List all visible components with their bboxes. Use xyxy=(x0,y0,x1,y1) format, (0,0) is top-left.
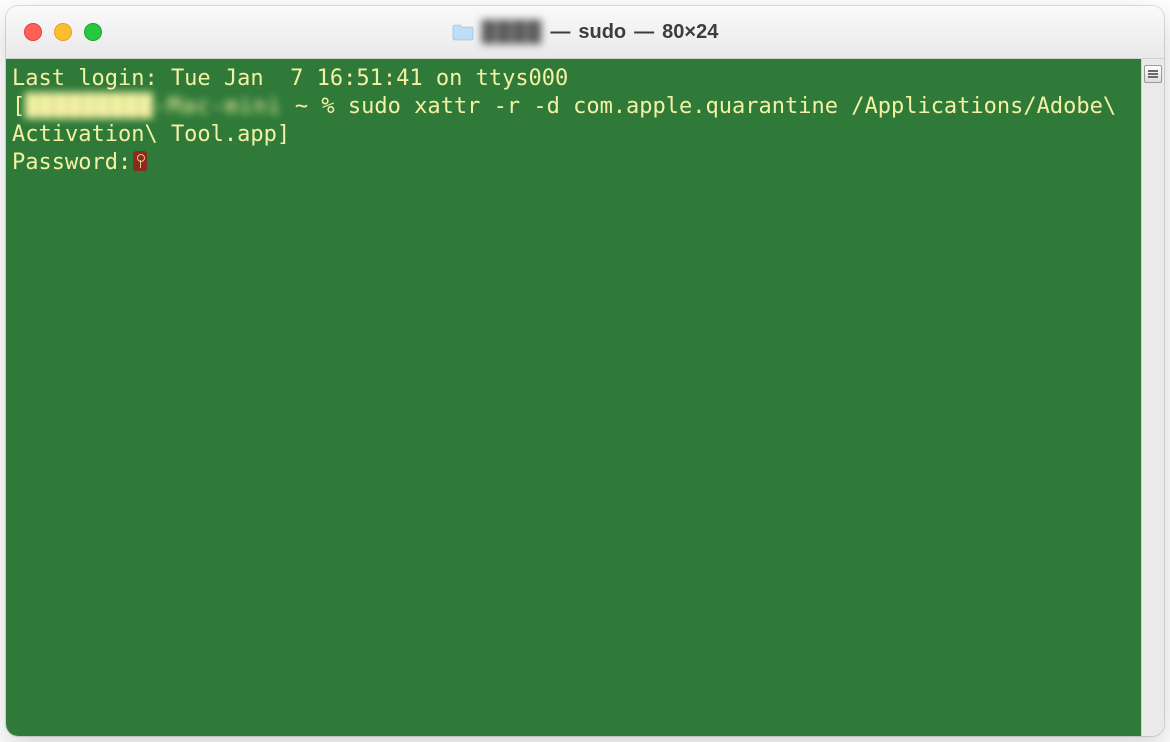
titlebar[interactable]: ████ — sudo — 80×24 xyxy=(6,6,1164,59)
close-button[interactable] xyxy=(24,23,42,41)
content-row: Last login: Tue Jan 7 16:51:41 on ttys00… xyxy=(6,59,1164,736)
password-label: Password: xyxy=(12,150,131,175)
zoom-button[interactable] xyxy=(84,23,102,41)
title-folder-name: ████ xyxy=(482,21,543,44)
password-line: Password: xyxy=(12,149,1135,177)
title-process: sudo xyxy=(578,21,626,44)
window-controls xyxy=(24,23,102,41)
terminal-window: ████ — sudo — 80×24 Last login: Tue Jan … xyxy=(6,6,1164,736)
prompt-close-bracket: ] xyxy=(277,122,290,147)
title-sep-1: — xyxy=(550,21,570,44)
prompt-hostname: █████████-Mac-mini xyxy=(25,94,281,119)
command-line: [█████████-Mac-mini ~ % sudo xattr -r -d… xyxy=(12,93,1135,149)
title-sep-2: — xyxy=(634,21,654,44)
key-icon xyxy=(133,151,147,171)
last-login-line: Last login: Tue Jan 7 16:51:41 on ttys00… xyxy=(12,65,1135,93)
window-title: ████ — sudo — 80×24 xyxy=(6,21,1164,44)
minimize-button[interactable] xyxy=(54,23,72,41)
prompt-path: ~ % xyxy=(282,94,348,119)
prompt-open-bracket: [ xyxy=(12,94,25,119)
title-dimensions: 80×24 xyxy=(662,21,718,44)
scroll-sidebar xyxy=(1141,59,1164,736)
hamburger-icon xyxy=(1148,70,1158,78)
terminal-viewport[interactable]: Last login: Tue Jan 7 16:51:41 on ttys00… xyxy=(6,59,1141,736)
settings-toggle-button[interactable] xyxy=(1144,65,1162,83)
folder-icon xyxy=(452,23,474,41)
